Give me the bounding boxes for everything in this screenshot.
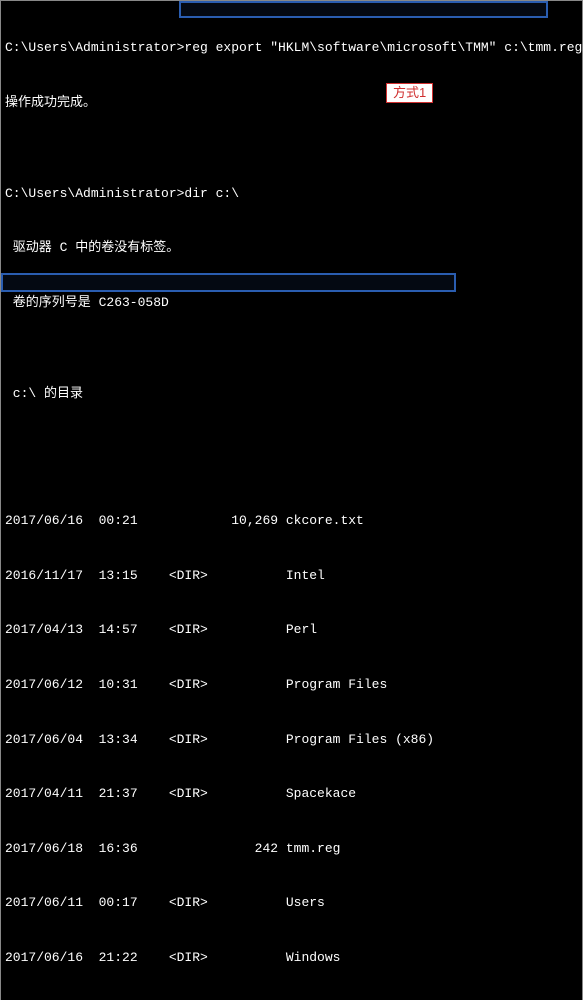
dir-row-highlighted: 2017/06/18 16:36 242 tmm.reg — [5, 840, 578, 858]
dir-row: 2017/06/04 13:34 <DIR> Program Files (x8… — [5, 731, 578, 749]
cmd-reg-export: C:\Users\Administrator>reg export "HKLM\… — [5, 39, 578, 57]
dir-row: 2017/04/13 14:57 <DIR> Perl — [5, 621, 578, 639]
method-1-label: 方式1 — [386, 83, 433, 103]
highlight-tmm-reg-row — [1, 273, 456, 292]
output-success: 操作成功完成。 — [5, 94, 578, 112]
volume-label: 驱动器 C 中的卷没有标签。 — [5, 239, 578, 257]
highlight-reg-export — [179, 1, 548, 18]
volume-serial: 卷的序列号是 C263-058D — [5, 294, 578, 312]
dir-row: 2017/06/12 10:31 <DIR> Program Files — [5, 676, 578, 694]
dir-header: c:\ 的目录 — [5, 385, 578, 403]
dir-listing: 2017/06/16 00:21 10,269 ckcore.txt 2016/… — [5, 476, 578, 1000]
cmd-dir: C:\Users\Administrator>dir c:\ — [5, 185, 578, 203]
dir-row: 2017/06/16 00:21 10,269 ckcore.txt — [5, 512, 578, 530]
dir-row: 2016/11/17 13:15 <DIR> Intel — [5, 567, 578, 585]
terminal-pane-1: C:\Users\Administrator>reg export "HKLM\… — [0, 0, 583, 1000]
dir-row: 2017/04/11 21:37 <DIR> Spacekace — [5, 785, 578, 803]
dir-row: 2017/06/16 21:22 <DIR> Windows — [5, 949, 578, 967]
dir-row: 2017/06/11 00:17 <DIR> Users — [5, 894, 578, 912]
